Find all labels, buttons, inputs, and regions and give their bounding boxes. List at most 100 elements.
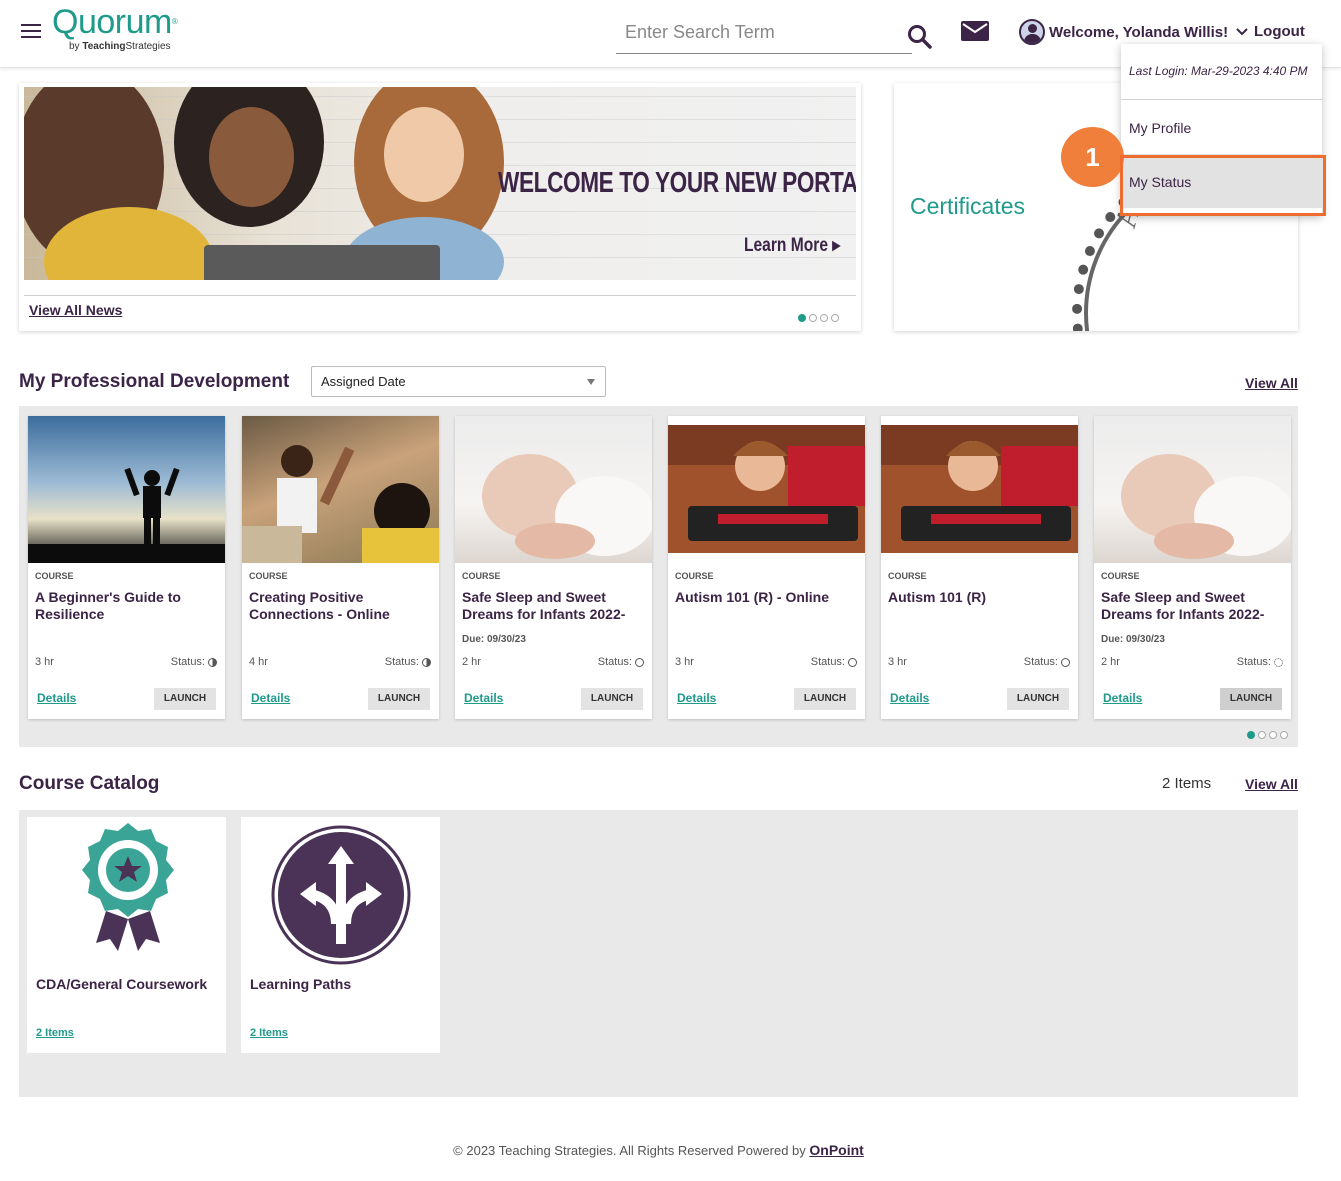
details-link[interactable]: Details [464,691,503,705]
launch-button[interactable]: LAUNCH [154,688,216,710]
card-status: Status: [1024,656,1070,668]
footer-text: © 2023 Teaching Strategies. All Rights R… [453,1143,806,1158]
course-thumbnail[interactable] [1094,416,1291,563]
caret-down-icon [587,379,595,385]
card-title[interactable]: Autism 101 (R) - Online [675,589,860,623]
card-status: Status: [811,656,857,668]
card-type: COURSE [888,571,927,581]
course-card: COURSE Autism 101 (R) 3 hr Status: Detai… [881,416,1078,719]
carousel-dot[interactable] [1258,731,1266,739]
boy-train-image [668,425,865,553]
my-profile-item[interactable]: My Profile [1121,100,1322,154]
pd-carousel-dots [1247,731,1288,739]
details-link[interactable]: Details [677,691,716,705]
news-carousel-dots [798,314,839,322]
course-thumbnail[interactable] [455,416,652,563]
card-hours: 3 hr [35,656,54,668]
course-card: COURSE Autism 101 (R) - Online 3 hr Stat… [668,416,865,719]
card-title[interactable]: Safe Sleep and Sweet Dreams for Infants … [1101,589,1286,623]
card-type: COURSE [675,571,714,581]
launch-button[interactable]: LAUNCH [368,688,430,710]
details-link[interactable]: Details [890,691,929,705]
course-thumbnail[interactable] [28,416,225,563]
course-thumbnail[interactable] [881,416,1078,563]
card-hours: 3 hr [675,656,694,668]
status-in-progress-icon [422,657,431,667]
banner-title: WELCOME TO YOUR NEW PORTAL [498,167,856,199]
carousel-dot[interactable] [1247,731,1255,739]
catalog-items-link[interactable]: 2 Items [36,1027,74,1039]
details-link[interactable]: Details [37,691,76,705]
details-link[interactable]: Details [251,691,290,705]
catalog-grid: CDA/General Coursework 2 Items Learning … [19,810,1298,1097]
banner-photo-person [384,107,464,202]
card-title[interactable]: Creating Positive Connections - Online [249,589,434,623]
launch-button[interactable]: LAUNCH [1007,688,1069,710]
card-hours: 4 hr [249,656,268,668]
course-thumbnail[interactable] [668,416,865,563]
status-not-started-icon [1061,657,1070,667]
welcome-text: Welcome, Yolanda Willis! [1049,23,1229,41]
last-login: Last Login: Mar-29-2023 4:40 PM [1121,44,1322,100]
carousel-dot[interactable] [820,314,828,322]
silhouette-image [28,467,225,563]
carousel-dot[interactable] [798,314,806,322]
news-banner[interactable]: WELCOME TO YOUR NEW PORTAL Learn More ▸ [24,87,856,280]
catalog-items-link[interactable]: 2 Items [250,1027,288,1039]
carousel-dot[interactable] [1269,731,1277,739]
search-icon[interactable] [907,24,933,50]
sort-select[interactable]: Assigned Date [311,366,606,397]
card-due-date: Due: 09/30/23 [462,634,526,645]
catalog-card[interactable]: CDA/General Coursework 2 Items [27,817,226,1053]
pd-view-all-link[interactable]: View All [1245,375,1298,391]
boy-train-image [881,425,1078,553]
news-panel: WELCOME TO YOUR NEW PORTAL Learn More ▸ … [19,83,861,331]
children-image [242,445,439,563]
card-type: COURSE [462,571,501,581]
carousel-dot[interactable] [1280,731,1288,739]
card-status: Status: [385,656,431,668]
card-title[interactable]: Autism 101 (R) [888,589,1073,623]
search-input[interactable] [616,16,896,48]
card-hours: 3 hr [888,656,907,668]
launch-button[interactable]: LAUNCH [794,688,856,710]
banner-photo-laptop [204,245,440,280]
menu-icon[interactable] [21,24,41,40]
course-card: COURSE Safe Sleep and Sweet Dreams for I… [1094,416,1291,719]
onpoint-link[interactable]: OnPoint [809,1142,863,1158]
banner-learn-more[interactable]: Learn More ▸ [744,234,840,257]
launch-button[interactable]: LAUNCH [581,688,643,710]
card-title[interactable]: Safe Sleep and Sweet Dreams for Infants … [462,589,647,623]
mail-icon[interactable] [961,21,989,41]
carousel-dot[interactable] [831,314,839,322]
pd-carousel: COURSE A Beginner's Guide to Resilience … [19,406,1298,747]
view-all-news-link[interactable]: View All News [29,302,122,318]
card-due-date: Due: 09/30/23 [1101,634,1165,645]
section-title: My Professional Development [19,371,290,392]
chevron-down-icon [1236,28,1248,36]
details-link[interactable]: Details [1103,691,1142,705]
card-title[interactable]: A Beginner's Guide to Resilience [35,589,220,623]
status-not-started-icon [635,657,644,667]
logo-wordmark: Quorum® [52,3,178,41]
carousel-dot[interactable] [809,314,817,322]
card-type: COURSE [249,571,288,581]
card-type: COURSE [1101,571,1140,581]
footer: © 2023 Teaching Strategies. All Rights R… [0,1142,1317,1158]
banner-photo-person [209,107,294,207]
logout-link[interactable]: Logout [1254,23,1305,40]
card-status: Status: [171,656,217,668]
card-type: COURSE [35,571,74,581]
quorum-logo[interactable]: Quorum® by TeachingStrategies [52,3,178,54]
launch-button[interactable]: LAUNCH [1220,688,1282,710]
baby-image [1121,454,1291,559]
catalog-count: 2 Items [1162,775,1212,792]
baby-image [482,454,652,559]
card-hours: 2 hr [1101,656,1120,668]
split-arrows-icon [271,825,411,965]
user-menu-toggle[interactable]: Welcome, Yolanda Willis! [1019,19,1248,45]
catalog-card[interactable]: Learning Paths 2 Items [241,817,440,1053]
course-thumbnail[interactable] [242,416,439,563]
catalog-view-all-link[interactable]: View All [1245,776,1298,792]
card-hours: 2 hr [462,656,481,668]
